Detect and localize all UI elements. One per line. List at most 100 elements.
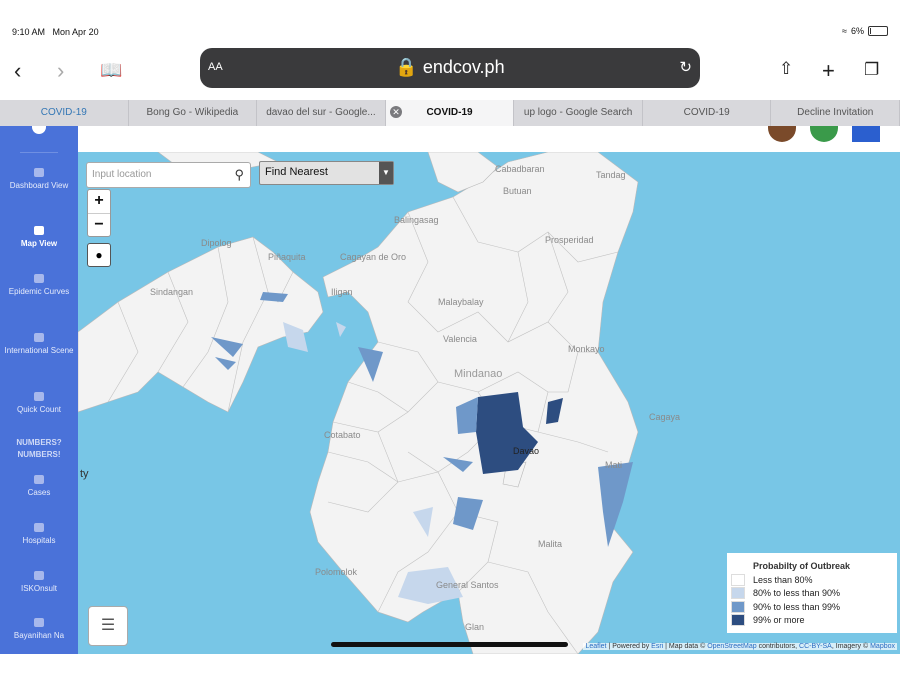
place-label: Glan bbox=[465, 622, 485, 632]
sidebar-section-heading: NUMBERS? NUMBERS! bbox=[16, 438, 62, 459]
browser-navbar: ‹ › 📖 AA 🔒 endcov.ph ↻ ⇧ + ❐ bbox=[0, 44, 900, 96]
tab-covid-3[interactable]: COVID-19 bbox=[643, 100, 772, 126]
home-indicator[interactable] bbox=[331, 642, 568, 647]
sidebar-item-epidemic-curves[interactable]: Epidemic Curves bbox=[0, 274, 78, 296]
sidebar-item-quick-count[interactable]: Quick Count bbox=[0, 392, 78, 414]
new-tab-icon[interactable]: + bbox=[822, 58, 835, 84]
url-text: 🔒 endcov.ph bbox=[395, 57, 505, 77]
leaflet-link[interactable]: Leaflet bbox=[585, 643, 606, 650]
tab-davao-del-sur[interactable]: davao del sur - Google... bbox=[257, 100, 386, 126]
region-80-small-2 bbox=[336, 322, 346, 337]
sidebar-item-cases[interactable]: Cases bbox=[0, 475, 78, 497]
sidebar-logo bbox=[32, 126, 46, 134]
place-label: Iligan bbox=[331, 287, 353, 297]
place-label: Balingasag bbox=[394, 215, 439, 225]
sidebar-item-dashboard[interactable]: Dashboard View bbox=[0, 168, 78, 190]
sidebar: Dashboard View Map View Epidemic Curves … bbox=[0, 126, 78, 654]
page-header-strip bbox=[78, 126, 900, 152]
legend-label: 90% to less than 99% bbox=[753, 602, 841, 612]
zoom-out-button[interactable]: − bbox=[88, 214, 110, 237]
legend-swatch bbox=[731, 574, 745, 586]
battery-percent: 6% bbox=[850, 26, 864, 36]
sidebar-item-label: Bayanihan Na bbox=[13, 631, 65, 640]
search-icon[interactable]: ⚲ bbox=[234, 167, 244, 183]
epidemic-icon bbox=[34, 274, 44, 283]
zoom-control: + − bbox=[87, 189, 111, 237]
place-label: Dipolog bbox=[201, 238, 232, 248]
sidebar-item-label: ISKOnsult bbox=[20, 584, 57, 593]
share-icon[interactable]: ⇧ bbox=[779, 59, 793, 79]
esri-link[interactable]: Esri bbox=[651, 643, 663, 650]
find-nearest-dropdown[interactable]: Find Nearest ▼ bbox=[259, 161, 394, 185]
lock-icon: 🔒 bbox=[395, 57, 418, 77]
bookmarks-icon[interactable]: 📖 bbox=[100, 60, 122, 81]
sidebar-item-label: International Scene bbox=[4, 346, 74, 355]
tabs-overview-icon[interactable]: ❐ bbox=[864, 60, 879, 80]
back-icon[interactable]: ‹ bbox=[14, 58, 21, 84]
sidebar-item-label: Cases bbox=[27, 488, 51, 497]
place-label: Davao bbox=[513, 446, 540, 456]
sidebar-item-label: Dashboard View bbox=[9, 181, 69, 190]
tab-up-logo[interactable]: up logo - Google Search bbox=[514, 100, 643, 126]
forward-icon[interactable]: › bbox=[57, 58, 64, 84]
sidebar-item-iskonsult[interactable]: ISKOnsult bbox=[0, 571, 78, 593]
address-bar[interactable]: AA 🔒 endcov.ph ↻ bbox=[200, 48, 700, 88]
legend-item: 80% to less than 90% bbox=[731, 587, 891, 599]
wifi-icon: ≈ bbox=[842, 26, 847, 36]
sidebar-item-label: Quick Count bbox=[16, 405, 62, 414]
cc-by-sa-link[interactable]: CC-BY-SA bbox=[799, 643, 832, 650]
legend-swatch bbox=[731, 601, 745, 613]
place-label: Cabadbaran bbox=[495, 164, 545, 174]
seal-logo-3 bbox=[852, 126, 880, 142]
sidebar-item-map-view[interactable]: Map View bbox=[0, 226, 78, 248]
outbreak-legend: Probabilty of Outbreak Less than 80% 80%… bbox=[727, 553, 897, 633]
tab-covid-1[interactable]: COVID-19 bbox=[0, 100, 129, 126]
place-label: Butuan bbox=[503, 186, 532, 196]
sidebar-item-label: Map View bbox=[20, 239, 58, 248]
status-date: Mon Apr 20 bbox=[52, 27, 99, 37]
legend-label: Less than 80% bbox=[753, 575, 813, 585]
layers-button[interactable]: ☰ bbox=[88, 606, 128, 646]
dashboard-icon bbox=[34, 168, 44, 177]
legend-item: 99% or more bbox=[731, 614, 891, 626]
close-tab-icon[interactable]: ✕ bbox=[390, 106, 402, 118]
place-label: General Santos bbox=[436, 580, 499, 590]
place-label: Malita bbox=[538, 539, 563, 549]
map-icon bbox=[34, 226, 44, 235]
tab-bong-go[interactable]: Bong Go - Wikipedia bbox=[129, 100, 258, 126]
location-search-input[interactable]: Input location ⚲ bbox=[86, 162, 251, 188]
tab-covid-active[interactable]: COVID-19 bbox=[385, 100, 515, 126]
map-attribution: Leaflet | Powered by Esri | Map data © O… bbox=[583, 643, 897, 650]
place-label: ty bbox=[80, 468, 89, 480]
place-label: Monkayo bbox=[568, 344, 605, 354]
place-label: Cotabato bbox=[324, 430, 361, 440]
folder-icon bbox=[34, 618, 44, 627]
mapbox-link[interactable]: Mapbox bbox=[870, 643, 895, 650]
place-label: Mindanao bbox=[454, 368, 503, 380]
place-label: Tandag bbox=[596, 170, 626, 180]
legend-item: 90% to less than 99% bbox=[731, 601, 891, 613]
place-label: Mati bbox=[605, 460, 623, 470]
tab-decline-invitation[interactable]: Decline Invitation bbox=[771, 100, 900, 126]
seal-logo-1 bbox=[768, 126, 796, 142]
legend-swatch bbox=[731, 587, 745, 599]
chevron-down-icon: ▼ bbox=[379, 162, 393, 184]
locate-pin-button[interactable]: ● bbox=[87, 243, 111, 267]
count-icon bbox=[34, 392, 44, 401]
legend-title: Probabilty of Outbreak bbox=[753, 561, 851, 571]
sidebar-item-label: Hospitals bbox=[22, 536, 56, 545]
seal-logo-2 bbox=[810, 126, 838, 142]
reload-icon[interactable]: ↻ bbox=[679, 58, 692, 76]
legend-label: 80% to less than 90% bbox=[753, 588, 841, 598]
sidebar-item-hospitals[interactable]: Hospitals bbox=[0, 523, 78, 545]
pin-icon: ● bbox=[95, 248, 103, 262]
status-time: 9:10 AM Mon Apr 20 bbox=[12, 27, 99, 37]
dropdown-value: Find Nearest bbox=[265, 166, 328, 178]
place-label: Piñaquita bbox=[268, 252, 306, 262]
place-label: Cagayan de Oro bbox=[340, 252, 407, 262]
sidebar-item-international-scene[interactable]: International Scene bbox=[0, 333, 78, 355]
zoom-in-button[interactable]: + bbox=[88, 190, 110, 214]
sidebar-item-bayanihan-na[interactable]: Bayanihan Na bbox=[0, 618, 78, 640]
osm-link[interactable]: OpenStreetMap bbox=[707, 643, 756, 650]
cases-icon bbox=[34, 475, 44, 484]
